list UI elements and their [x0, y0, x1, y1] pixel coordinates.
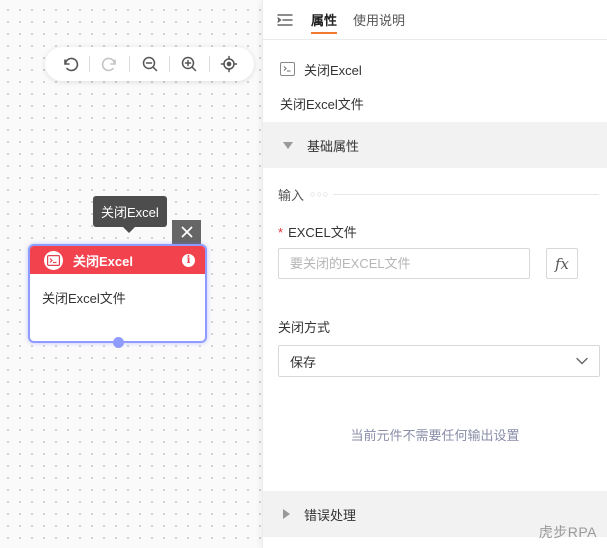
zoom-in-icon [182, 56, 197, 72]
panel-tabs: 属性 使用说明 [263, 0, 607, 40]
dots-decoration: ○○○ [310, 189, 330, 199]
toolbar-divider [89, 56, 90, 72]
caret-right-icon [283, 509, 290, 519]
component-name: 关闭Excel [304, 62, 362, 78]
toolbar-divider [209, 56, 210, 72]
component-header: 关闭Excel [263, 44, 607, 94]
section-title: 错误处理 [304, 507, 357, 523]
excel-file-input[interactable] [278, 248, 530, 279]
zoom-out-button[interactable] [133, 47, 166, 81]
node-header: 关闭Excel i [30, 246, 205, 274]
input-group-header: 输入 ○○○ [263, 174, 607, 214]
caret-down-icon [283, 141, 293, 149]
flow-canvas[interactable]: 关闭Excel 关闭Excel i 关闭Excel文件 [0, 0, 262, 548]
close-mode-label: 关闭方式 [278, 320, 331, 335]
redo-button[interactable] [93, 47, 126, 81]
chevron-down-icon [576, 357, 588, 365]
close-mode-select[interactable]: 保存 [278, 345, 600, 377]
undo-button[interactable] [53, 47, 86, 81]
redo-icon [101, 57, 116, 72]
canvas-toolbar [45, 47, 254, 81]
section-title: 基础属性 [307, 138, 360, 154]
required-marker: * [278, 225, 284, 240]
expression-button[interactable]: fx [546, 248, 578, 279]
terminal-icon [280, 62, 295, 76]
terminal-icon [44, 250, 63, 270]
excel-file-label: * EXCEL文件 [278, 225, 357, 240]
close-mode-value: 保存 [290, 354, 317, 370]
excel-file-row: fx [263, 248, 607, 279]
output-empty-note: 当前元件不需要任何输出设置 [350, 428, 520, 443]
info-icon[interactable]: i [182, 253, 195, 267]
node-title: 关闭Excel [73, 253, 133, 269]
divider [333, 193, 599, 195]
tab-usage[interactable]: 使用说明 [353, 0, 405, 40]
node-delete-button[interactable] [172, 220, 201, 244]
component-description: 关闭Excel文件 [280, 97, 364, 112]
close-icon [181, 226, 192, 238]
tab-properties[interactable]: 属性 [311, 0, 338, 40]
node-output-port[interactable] [113, 337, 124, 348]
zoom-in-button[interactable] [173, 47, 206, 81]
undo-icon [63, 57, 78, 72]
toolbar-divider [129, 56, 130, 72]
locate-icon [221, 55, 238, 73]
section-basic-properties[interactable]: 基础属性 [263, 122, 607, 168]
watermark: 虎步RPA [538, 524, 597, 540]
collapse-panel-icon[interactable] [277, 11, 295, 29]
properties-panel: 属性 使用说明 关闭Excel 关闭Excel文件 基础属性 输入 ○○○ * E… [262, 0, 607, 548]
node-tooltip: 关闭Excel [93, 196, 167, 233]
locate-button[interactable] [213, 47, 246, 81]
input-group-label: 输入 [278, 187, 305, 203]
toolbar-divider [169, 56, 170, 72]
node-description: 关闭Excel文件 [42, 291, 126, 306]
zoom-out-icon [142, 56, 157, 72]
flow-node-close-excel[interactable]: 关闭Excel i 关闭Excel文件 [28, 244, 207, 348]
